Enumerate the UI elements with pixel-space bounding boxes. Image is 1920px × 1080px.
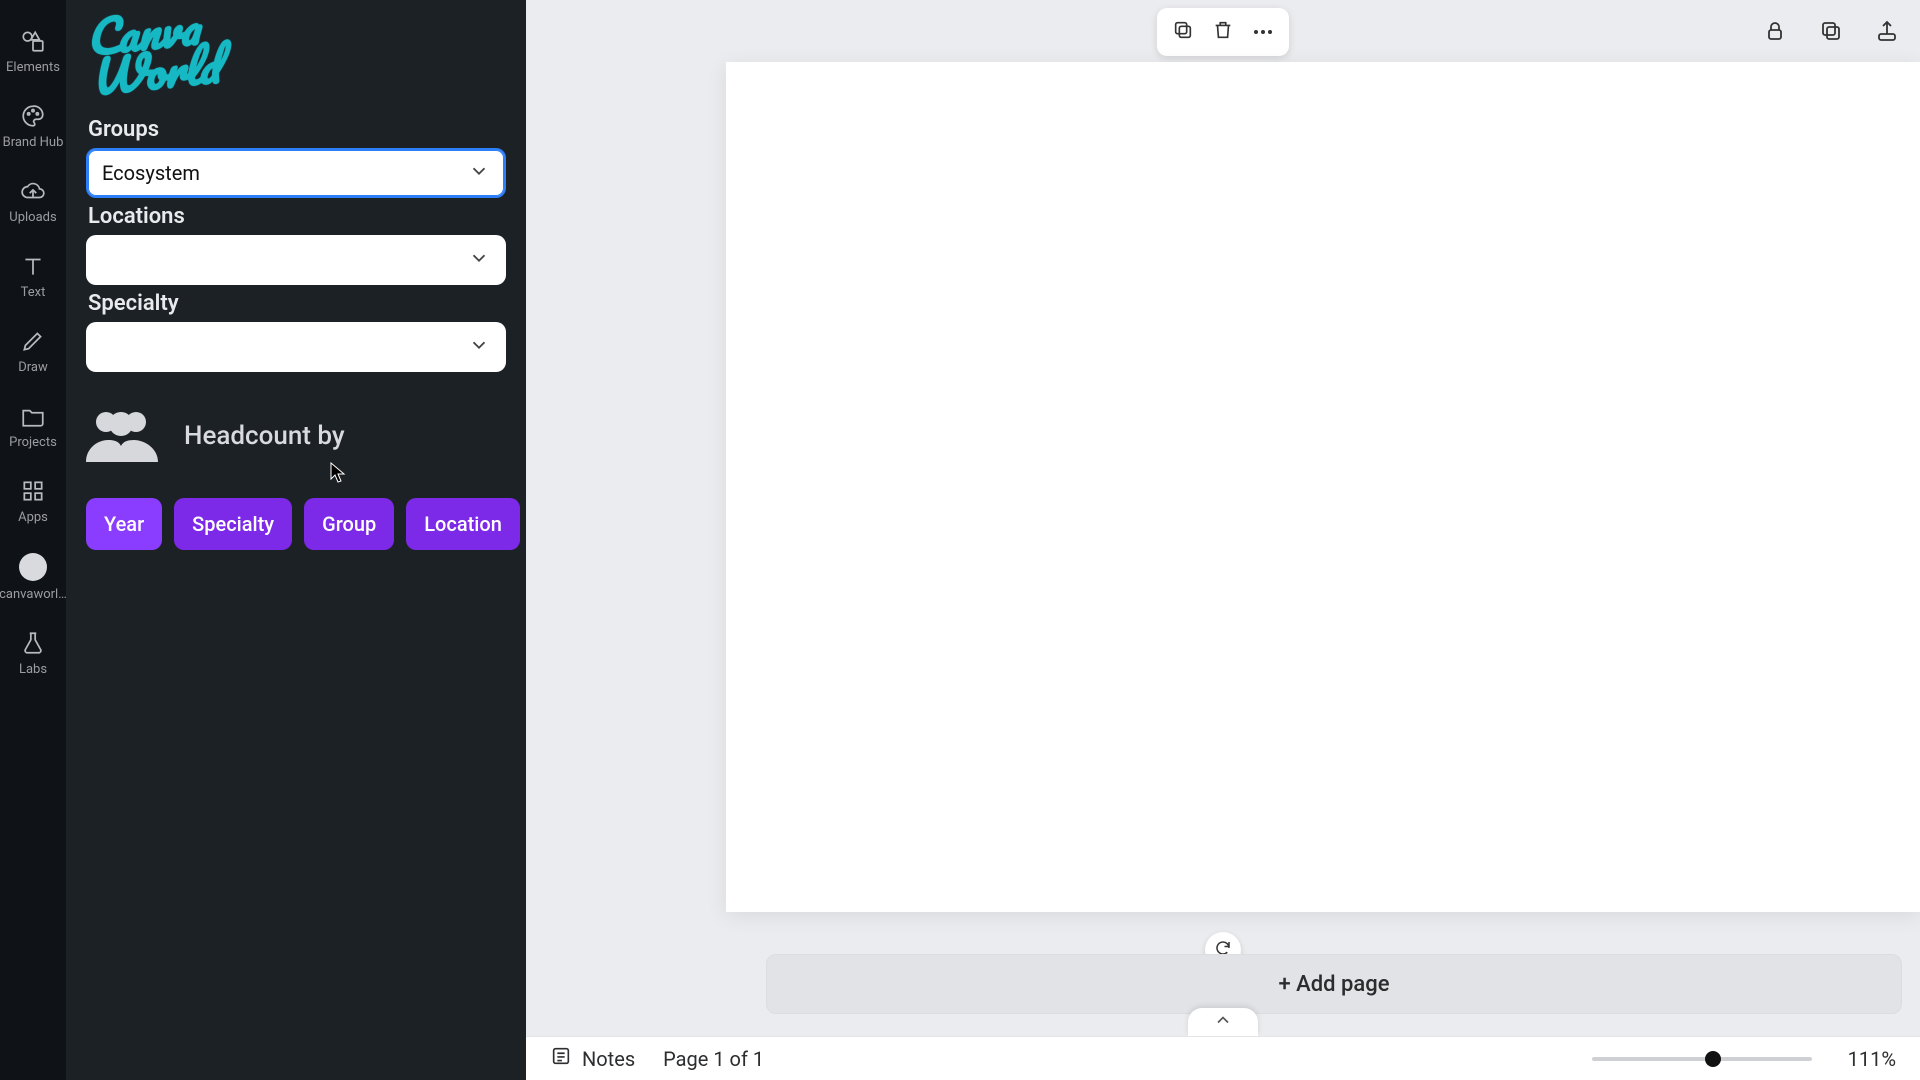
headcount-row: Headcount by [86,406,506,466]
rail-text[interactable]: Text [0,253,66,300]
zoom-slider[interactable] [1592,1057,1812,1061]
grid-icon [20,478,46,504]
add-page-label: + Add page [1278,972,1389,997]
rail-label: Projects [9,435,57,450]
delete-button[interactable] [1205,14,1241,50]
rail-label: Labs [19,662,47,677]
canvas-top-right [1760,18,1902,48]
lock-button[interactable] [1760,18,1790,48]
specialty-select[interactable] [86,322,506,372]
people-icon [86,406,158,466]
chip-specialty[interactable]: Specialty [174,498,292,550]
copy-page-button[interactable] [1816,18,1846,48]
expand-timeline-button[interactable] [1188,1008,1258,1036]
chevron-down-icon [468,247,490,274]
pencil-icon [20,328,46,354]
editor-area: + Add page Notes Page 1 of 1 111% [526,0,1920,1080]
folder-icon [20,403,46,429]
zoom-label: 111% [1848,1047,1896,1071]
rail-labs[interactable]: Labs [0,630,66,677]
chip-group[interactable]: Group [304,498,394,550]
bottom-bar: Notes Page 1 of 1 111% [526,1036,1920,1080]
rail-label: Elements [6,60,60,75]
notes-icon [550,1045,572,1072]
notes-button[interactable]: Notes [550,1045,635,1072]
locations-select[interactable] [86,235,506,285]
specialty-label: Specialty [88,291,506,316]
canvas-page[interactable] [726,62,1920,912]
rail-draw[interactable]: Draw [0,328,66,375]
more-icon [1254,30,1272,34]
page-counter: Page 1 of 1 [663,1047,764,1071]
chevron-down-icon [468,334,490,361]
rail-label: Apps [18,510,48,525]
rail-elements[interactable]: Elements [0,28,66,75]
notes-label: Notes [582,1047,635,1071]
shapes-icon [20,28,46,54]
chevron-down-icon [468,160,490,187]
groups-label: Groups [88,117,506,142]
zoom-thumb[interactable] [1705,1051,1721,1067]
rail-label: Text [21,285,46,300]
duplicate-button[interactable] [1165,14,1201,50]
duplicate-icon [1172,19,1194,45]
chip-location[interactable]: Location [406,498,520,550]
rail-projects[interactable]: Projects [0,403,66,450]
lock-icon [1763,19,1787,47]
flask-icon [20,630,46,656]
headcount-label: Headcount by [184,421,345,451]
rail-uploads[interactable]: Uploads [0,178,66,225]
rail-label: Uploads [9,210,56,225]
app-avatar-icon [19,553,47,581]
rail-brand-hub[interactable]: Brand Hub [0,103,66,150]
rail-label: Draw [18,360,48,375]
groups-value: Ecosystem [102,161,200,185]
rail-apps[interactable]: Apps [0,478,66,525]
logo: Canva World [84,0,508,97]
rail-label: canvaworl… [0,587,67,602]
chevron-up-icon [1213,1010,1233,1034]
export-button[interactable] [1872,18,1902,48]
zoom-track [1592,1057,1812,1061]
headcount-chips: Year Specialty Group Location [86,498,506,550]
canvas-toolbar [1157,8,1289,56]
left-rail: Elements Brand Hub Uploads Text Draw Pro… [0,0,66,1080]
trash-icon [1212,19,1234,45]
cloud-upload-icon [20,178,46,204]
more-button[interactable] [1245,14,1281,50]
add-page-button[interactable]: + Add page [766,954,1902,1014]
palette-icon [20,103,46,129]
chip-year[interactable]: Year [86,498,162,550]
side-panel: Canva World Groups Ecosystem Locations S… [66,0,526,1080]
locations-label: Locations [88,204,506,229]
rail-canvaworld-app[interactable]: canvaworl… [0,553,66,602]
rail-label: Brand Hub [3,135,64,150]
export-icon [1875,19,1899,47]
text-icon [20,253,46,279]
copy-icon [1819,19,1843,47]
groups-select[interactable]: Ecosystem [86,148,506,198]
